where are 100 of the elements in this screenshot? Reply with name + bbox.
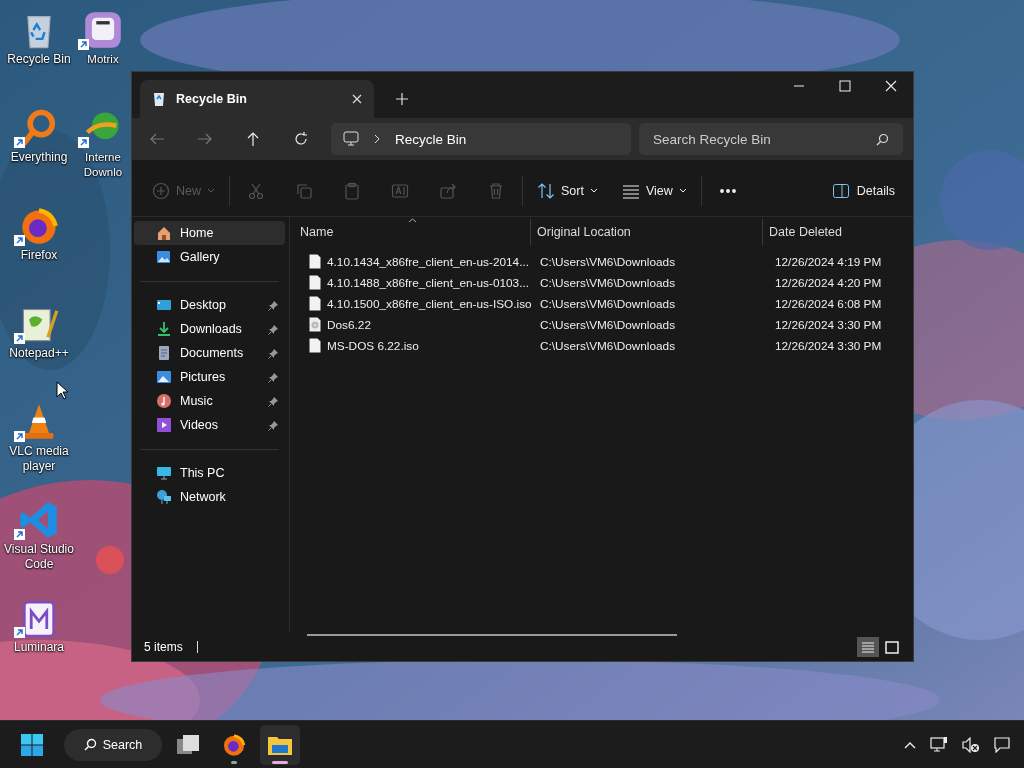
file-icon xyxy=(309,254,321,269)
file-icon xyxy=(309,338,321,353)
desktop-icon-label[interactable]: Everything xyxy=(1,150,77,165)
trash-icon xyxy=(487,182,505,200)
column-header[interactable]: Date Deleted xyxy=(762,219,905,245)
file-name[interactable]: MS-DOS 6.22.iso xyxy=(327,338,419,353)
file-icon xyxy=(309,275,321,290)
caret-icon xyxy=(589,188,598,194)
search-icon xyxy=(83,738,97,751)
column-header[interactable]: Name xyxy=(290,219,530,245)
desktop-icon-label[interactable]: Notepad++ xyxy=(1,346,77,361)
sort-icon xyxy=(537,182,555,200)
table-cell: C:\Users\VM6\Downloads xyxy=(540,338,676,353)
search-field[interactable]: Search Recycle Bin xyxy=(639,123,903,155)
code-editor-icon xyxy=(19,500,59,540)
more-icon xyxy=(718,189,737,193)
breadcrumb[interactable]: Recycle Bin xyxy=(395,131,467,147)
sort-button[interactable]: Sort xyxy=(529,174,606,208)
sidebar-item[interactable]: Pictures xyxy=(134,365,285,389)
sidebar-item[interactable]: Videos xyxy=(134,413,285,437)
up-arrow-icon[interactable] xyxy=(245,131,261,147)
table-cell: C:\Users\VM6\Downloads xyxy=(540,275,676,290)
image-icon xyxy=(156,369,172,385)
network-icon xyxy=(156,489,172,505)
sidebar-item[interactable]: Network xyxy=(134,485,285,509)
volume-muted-icon[interactable] xyxy=(962,736,980,753)
network-icon[interactable] xyxy=(930,736,948,753)
desktop-icon-label[interactable]: VLC media player xyxy=(1,444,77,474)
table-cell: 12/26/2024 4:20 PM xyxy=(775,275,882,290)
new-tab-icon[interactable] xyxy=(396,93,408,105)
table-cell: 12/26/2024 4:19 PM xyxy=(775,254,882,269)
close-icon[interactable] xyxy=(885,80,897,92)
file-name[interactable]: 4.10.1434_x86fre_client_en-us-2014... xyxy=(327,254,529,269)
caret-icon xyxy=(678,188,687,194)
taskbar-app-button[interactable] xyxy=(260,724,300,765)
firefox-icon xyxy=(222,732,246,757)
share-icon xyxy=(439,182,457,200)
table-cell: C:\Users\VM6\Downloads xyxy=(540,296,676,311)
scissors-icon xyxy=(247,182,265,200)
app-icon xyxy=(83,10,123,50)
copy-icon xyxy=(295,182,313,200)
scrollbar[interactable] xyxy=(307,634,677,636)
plus-circle-icon xyxy=(152,182,170,200)
table-cell: 12/26/2024 3:30 PM xyxy=(775,317,882,332)
chevron-up-icon[interactable] xyxy=(904,740,916,749)
image-icon xyxy=(156,249,172,265)
square-icon xyxy=(885,640,899,654)
video-icon xyxy=(156,417,172,433)
desktop-icon-label[interactable]: Visual Studio Code xyxy=(1,542,77,572)
caret-icon xyxy=(207,188,215,194)
notification-icon[interactable] xyxy=(994,736,1010,753)
details-pane-icon xyxy=(832,184,849,198)
clipboard-icon xyxy=(343,182,361,200)
table-cell: C:\Users\VM6\Downloads xyxy=(540,254,676,269)
maximize-icon[interactable] xyxy=(839,80,851,92)
sidebar-item[interactable]: Documents xyxy=(134,341,285,365)
sidebar-item[interactable]: Downloads xyxy=(134,317,285,341)
monitor-icon xyxy=(343,131,359,147)
address-bar[interactable]: Recycle Bin xyxy=(331,123,631,155)
download-icon xyxy=(156,321,172,337)
firefox-icon xyxy=(19,206,59,246)
document-icon xyxy=(156,345,172,361)
view-button[interactable]: View xyxy=(613,174,695,208)
table-cell: 12/26/2024 3:30 PM xyxy=(775,338,882,353)
start-icon[interactable] xyxy=(20,732,44,757)
file-name[interactable]: 4.10.1488_x86fre_client_en-us-0103... xyxy=(327,275,529,290)
forward-arrow-icon[interactable] xyxy=(197,131,213,147)
music-note-icon xyxy=(156,393,172,409)
sidebar-item[interactable]: Gallery xyxy=(134,245,285,269)
sidebar-item[interactable]: Desktop xyxy=(134,293,285,317)
item-count: 5 items xyxy=(144,640,183,654)
desktop-icon-label[interactable]: Recycle Bin xyxy=(1,52,77,67)
back-arrow-icon[interactable] xyxy=(149,131,165,147)
monitor-icon xyxy=(156,465,172,481)
sidebar-item[interactable]: This PC xyxy=(134,461,285,485)
column-header[interactable]: Original Location xyxy=(530,219,762,245)
table-cell: C:\Users\VM6\Downloads xyxy=(540,317,676,332)
house-icon xyxy=(156,225,172,241)
list-view-icon xyxy=(621,182,640,200)
desktop-icon-label[interactable]: Interne Downlo xyxy=(78,150,128,180)
desktop-icon-label[interactable]: Luminara xyxy=(1,640,77,655)
close-icon[interactable] xyxy=(352,94,362,104)
file-name[interactable]: 4.10.1500_x86fre_client_en-us-ISO.iso xyxy=(327,296,532,311)
task-view-icon xyxy=(176,733,200,756)
disc-file-icon xyxy=(309,317,321,332)
refresh-icon[interactable] xyxy=(293,131,309,147)
tab[interactable]: Recycle Bin xyxy=(140,80,374,118)
search-icon xyxy=(876,133,889,146)
table-cell: 12/26/2024 6:08 PM xyxy=(775,296,882,311)
chevron-right-icon xyxy=(373,134,381,144)
file-name[interactable]: Dos6.22 xyxy=(327,317,371,332)
list-view-icon xyxy=(861,640,875,654)
taskbar-search-button[interactable]: Search xyxy=(64,728,162,761)
details-button[interactable]: Details xyxy=(824,174,903,208)
sidebar-item[interactable]: Music xyxy=(134,389,285,413)
desktop-icon-label[interactable]: Motrix xyxy=(78,52,128,67)
recycle-bin-icon xyxy=(152,91,166,107)
mouse-pointer-icon xyxy=(56,381,68,400)
desktop-icon-label[interactable]: Firefox xyxy=(1,248,77,263)
sidebar-item[interactable]: Home xyxy=(134,221,285,245)
